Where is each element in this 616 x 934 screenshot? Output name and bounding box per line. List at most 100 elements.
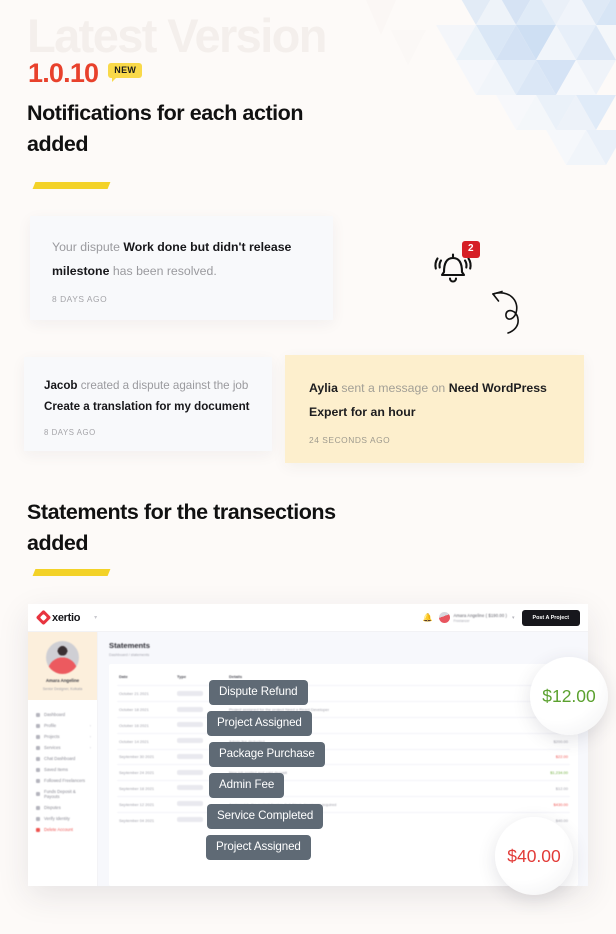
table-row[interactable]: September 12 2021 Assigned to the projec… — [117, 795, 570, 812]
section-title-statements: Statements for the transections added — [27, 500, 336, 555]
sidebar-item-label: Disputes — [44, 805, 61, 810]
title-underline-accent — [32, 182, 111, 189]
table-row[interactable]: October 16 2021 Purchase of the membersh… — [117, 716, 570, 733]
sidebar-menu: Dashboard Profile › Projects › Services › C… — [28, 700, 97, 835]
post-project-button[interactable]: Post A Project — [521, 609, 580, 626]
user-icon — [36, 723, 40, 728]
type-pill — [177, 706, 203, 712]
notification-bell-group[interactable]: 2 — [428, 241, 480, 294]
notification-actor: Jacob — [44, 379, 78, 392]
section-underline-accent — [32, 569, 111, 576]
sidebar-item-label: Services — [44, 745, 61, 750]
brand-logo[interactable]: xertio — [35, 609, 81, 626]
avatar — [46, 641, 79, 674]
badge-icon — [36, 816, 40, 821]
user-menu[interactable]: Amara Angeline ( $190.00 ) Freelancer ▾ — [439, 612, 515, 623]
sidebar-item-followed-freelancers[interactable]: Followed Freelancers — [28, 775, 97, 786]
grid-icon — [36, 712, 40, 717]
price-bubble-debit: $40.00 — [495, 817, 573, 895]
table-row[interactable]: October 21 2021 Dispute has been refunde… — [117, 685, 570, 701]
notification-bold: Create a translation for my document — [44, 400, 250, 414]
annotation-tag-project-assigned-2: Project Assigned — [206, 835, 311, 860]
notification-timestamp: 8 DAYS AGO — [44, 427, 96, 437]
cell-date: September 24 2021 — [119, 770, 155, 776]
dashboard-sidebar: Amara Angeline Senior Designer, Kolkata … — [28, 632, 98, 886]
heart-icon — [36, 767, 40, 772]
sidebar-item-profile[interactable]: Profile › — [28, 720, 97, 731]
sidebar-item-funds-deposit-payouts[interactable]: Funds Deposit & Payouts — [28, 786, 97, 802]
sidebar-item-label: Projects — [44, 734, 60, 739]
dashboard-topbar: xertio ▾ 🔔 Amara Angeline ( $190.00 ) Fr… — [28, 604, 588, 632]
version-number: 1.0.10 — [28, 58, 99, 88]
cell-date: October 18 2021 — [119, 707, 149, 713]
price-bubble-credit: $12.00 — [530, 657, 608, 735]
sidebar-item-dashboard[interactable]: Dashboard — [28, 709, 97, 720]
table-row[interactable]: September 30 2021 Service complete with … — [117, 748, 570, 765]
cell-date: September 04 2021 — [119, 817, 155, 823]
watermark-text: Latest Version — [27, 9, 327, 62]
topbar-actions: 🔔 Amara Angeline ( $190.00 ) Freelancer … — [422, 609, 580, 626]
table-header-row: Date Type Details Price — [117, 670, 570, 685]
sidebar-item-disputes[interactable]: Disputes — [28, 802, 97, 813]
notification-card-aylia-message[interactable]: Aylia sent a message on Need WordPress E… — [285, 355, 584, 463]
chevron-down-icon[interactable]: ▾ — [94, 614, 97, 621]
sidebar-profile-card: Amara Angeline Senior Designer, Kolkata — [28, 632, 97, 700]
column-header-type: Type — [177, 674, 187, 680]
notification-text: Aylia sent a message on Need WordPress E… — [309, 377, 560, 425]
cell-date: September 12 2021 — [119, 801, 155, 807]
table-row[interactable]: October 14 2021 Admin fee deducted $200.… — [117, 732, 570, 749]
annotation-tag-service-completed: Service Completed — [207, 804, 324, 829]
sidebar-item-label: Dashboard — [44, 712, 66, 717]
user-meta: Amara Angeline ( $190.00 ) Freelancer — [453, 613, 507, 623]
sidebar-item-verify-identity[interactable]: Verify Identity — [28, 813, 97, 824]
notification-middle: sent a message on — [337, 381, 449, 395]
cell-date: September 18 2021 — [119, 785, 155, 791]
type-pill — [177, 722, 203, 728]
cell-price: $22.00 — [555, 754, 568, 760]
column-header-details: Details — [229, 674, 243, 680]
sidebar-item-label: Verify Identity — [44, 816, 70, 821]
wallet-icon — [36, 792, 40, 796]
bell-icon[interactable]: 🔔 — [422, 613, 432, 622]
notification-actor: Aylia — [309, 381, 338, 395]
cell-date: September 30 2021 — [119, 754, 155, 760]
sidebar-item-saved-items[interactable]: Saved Items — [28, 764, 97, 775]
column-header-date: Date — [119, 674, 128, 680]
breadcrumb: Dashboard / statements — [109, 653, 150, 657]
notification-card-jacob-dispute[interactable]: Jacob created a dispute against the job … — [24, 357, 272, 451]
type-pill — [177, 801, 203, 807]
user-name: Amara Angeline ( $190.00 ) — [453, 612, 508, 618]
sidebar-item-label: Saved Items — [44, 767, 68, 772]
alert-icon — [36, 805, 40, 810]
sidebar-item-chat-dashboard[interactable]: Chat Dashboard — [28, 753, 97, 764]
annotation-tag-admin-fee: Admin Fee — [209, 773, 285, 798]
star-icon — [36, 778, 40, 783]
table-row[interactable]: October 18 2021 Project assigned for the… — [117, 701, 570, 717]
chevron-down-icon[interactable]: ▾ — [512, 615, 515, 621]
logo-diamond-icon — [35, 609, 52, 626]
table-row[interactable]: September 24 2021 New job posted and pai… — [117, 764, 570, 780]
cell-date: October 16 2021 — [119, 722, 149, 728]
trash-icon — [36, 827, 40, 832]
profile-name: Amara Angeline — [45, 678, 80, 683]
type-pill — [177, 785, 203, 791]
notification-card-dispute-resolved[interactable]: Your dispute Work done but didn't releas… — [30, 216, 333, 320]
sidebar-item-label: Followed Freelancers — [44, 778, 86, 783]
brand-logo-text: xertio — [52, 611, 81, 624]
table-row[interactable]: September 18 2021 Service completed and … — [117, 780, 570, 796]
cell-price: $430.00 — [553, 801, 568, 807]
notification-text: Jacob created a dispute against the job … — [44, 375, 252, 418]
annotation-tag-project-assigned-1: Project Assigned — [207, 711, 312, 736]
notification-count-badge: 2 — [462, 241, 480, 258]
sidebar-item-label: Chat Dashboard — [44, 756, 76, 761]
sidebar-item-label: Profile — [44, 723, 57, 728]
type-pill — [177, 690, 203, 696]
cell-date: October 21 2021 — [119, 691, 149, 697]
polygon-background-pattern — [366, 0, 616, 165]
sidebar-item-projects[interactable]: Projects › — [28, 731, 97, 742]
sidebar-item-delete-account[interactable]: Delete Account — [28, 824, 97, 835]
sidebar-item-services[interactable]: Services › — [28, 742, 97, 753]
page-title: Notifications for each action added — [27, 101, 304, 156]
annotation-tag-package-purchase: Package Purchase — [209, 742, 325, 767]
table-row[interactable]: September 04 2021 Amount added for order… — [117, 811, 570, 828]
